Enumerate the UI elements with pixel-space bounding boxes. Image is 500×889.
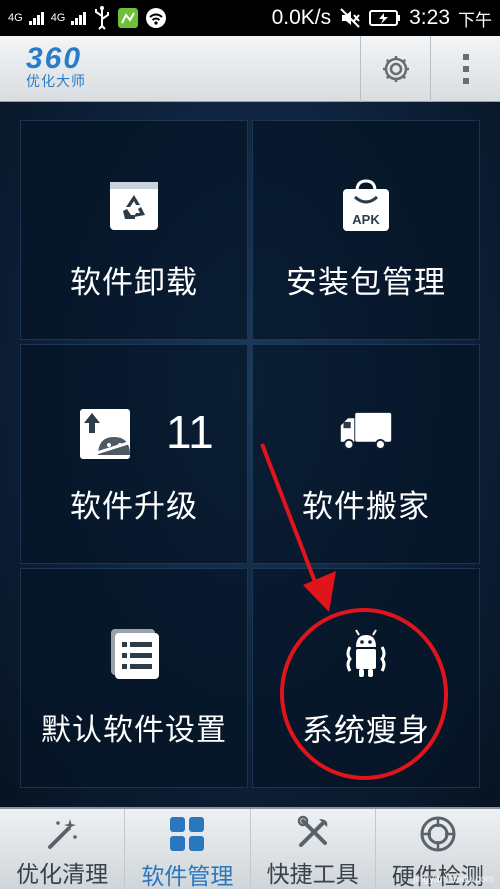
magic-wand-icon (42, 815, 82, 851)
tile-label: 软件卸载 (70, 265, 198, 301)
clock: 3:23 (409, 6, 450, 29)
tile-move-software[interactable]: 软件搬家 (252, 344, 480, 564)
upgrade-count-badge: 11 (166, 406, 214, 458)
tile-default-software[interactable]: 默认软件设置 (20, 568, 248, 788)
tool-grid: 软件卸载 APK 安装包管理 11 软件升级 软件搬家 默认软件设置 系统瘦身 (20, 120, 480, 788)
tile-label: 系统瘦身 (302, 713, 430, 749)
vertical-dots-icon (462, 54, 469, 84)
network-speed: 0.0K/s (271, 6, 332, 29)
gear-icon (382, 56, 409, 82)
android-slim-icon (346, 629, 386, 677)
settings-button[interactable] (360, 36, 430, 102)
clock-ampm: 下午 (458, 10, 492, 30)
tile-label: 软件升级 (70, 489, 198, 525)
main-panel: 软件卸载 APK 安装包管理 11 软件升级 软件搬家 默认软件设置 系统瘦身 (0, 102, 500, 807)
app-logo: 360 优化大师 (26, 44, 136, 94)
tile-uninstall-software[interactable]: 软件卸载 (20, 120, 248, 340)
nav-label: 快捷工具 (266, 862, 359, 888)
usb-icon (93, 6, 111, 30)
logo-text: 优化大师 (26, 74, 86, 90)
recycle-icon (110, 182, 158, 230)
app-notification-icon (117, 7, 139, 29)
nav-label: 优化清理 (16, 862, 109, 888)
battery-icon (369, 9, 401, 27)
network-type-2: 4G (50, 11, 66, 24)
signal-icon-2 (71, 11, 87, 25)
nav-item-quick-tools[interactable]: 快捷工具 (249, 809, 375, 889)
tile-label: 默认软件设置 (41, 713, 227, 748)
tile-upgrade-software[interactable]: 11 软件升级 (20, 344, 248, 564)
more-menu-button[interactable] (430, 36, 500, 102)
mute-icon (339, 7, 361, 29)
nav-label: 软件管理 (141, 864, 234, 889)
watermark: jingyan.baidu.com (413, 874, 494, 885)
bottom-nav: 优化清理 软件管理 快捷工具 硬件检测 jingyan.baidu.com (0, 807, 500, 889)
android-upgrade-icon (80, 409, 130, 459)
truck-icon (340, 412, 392, 450)
apk-bag-icon: APK (343, 179, 389, 231)
list-icon (111, 629, 159, 679)
network-type-1: 4G (8, 11, 23, 24)
nav-item-software-manage[interactable]: 软件管理 (124, 809, 249, 889)
app-header: 360 优化大师 (0, 36, 500, 102)
tile-label: 软件搬家 (302, 489, 430, 525)
wifi-icon (145, 7, 167, 29)
status-bar: 4G 4G 0.0K/s 3:23 下午 (0, 0, 500, 36)
tile-apk-manager[interactable]: APK 安装包管理 (252, 120, 480, 340)
tile-label: 安装包管理 (286, 265, 446, 301)
tile-system-slimming[interactable]: 系统瘦身 (252, 568, 480, 788)
grid-icon (167, 815, 207, 853)
apk-icon-text: APK (352, 212, 380, 227)
nav-item-optimize-clean[interactable]: 优化清理 (0, 809, 124, 889)
target-icon (418, 815, 458, 853)
tools-icon (293, 815, 333, 851)
signal-icon (28, 11, 45, 25)
logo-number: 360 (26, 42, 83, 75)
